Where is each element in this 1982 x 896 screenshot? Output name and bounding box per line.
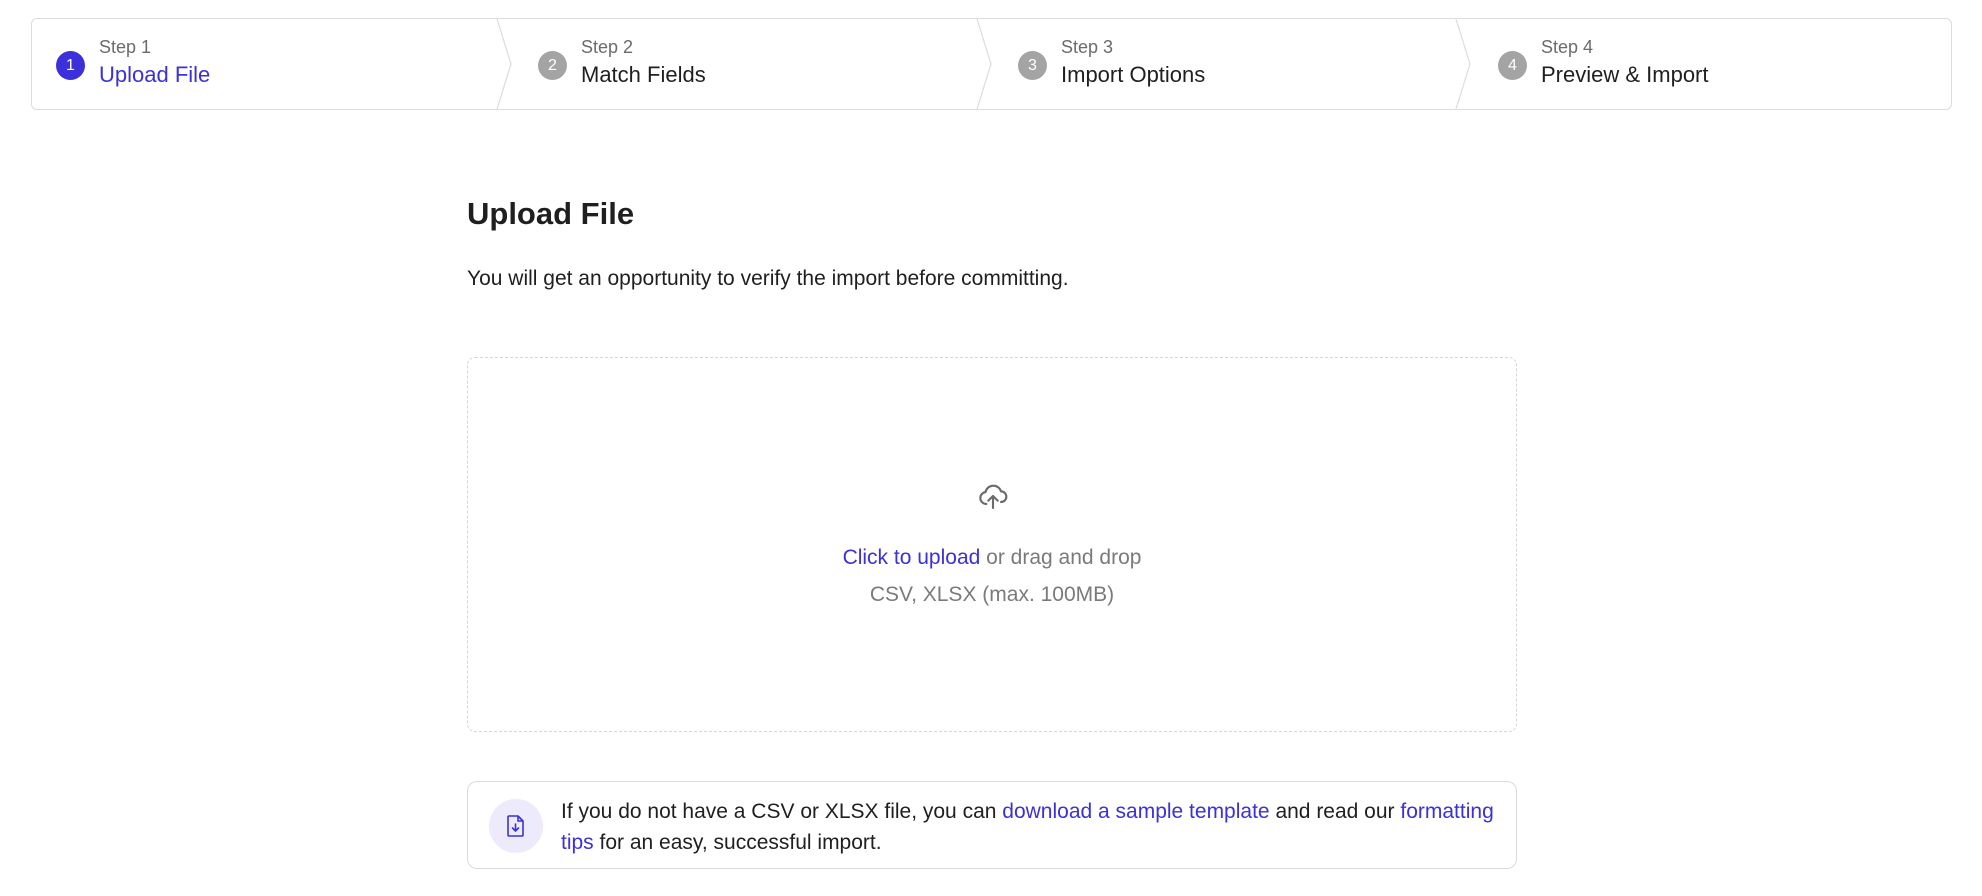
step-number-badge: 2 [538, 51, 567, 80]
step-separator-chevron [976, 19, 992, 109]
step-number-badge: 4 [1498, 51, 1527, 80]
file-dropzone[interactable]: Click to upload or drag and drop CSV, XL… [467, 357, 1517, 732]
step-separator-chevron [496, 19, 512, 109]
import-stepper: 1 Step 1 Upload File 2 Step 2 Match Fiel… [31, 18, 1952, 110]
step-match-fields[interactable]: 2 Step 2 Match Fields [514, 19, 992, 109]
step-label: Step 4 [1541, 37, 1594, 57]
step-title: Upload File [99, 62, 211, 87]
page-subtitle: You will get an opportunity to verify th… [467, 267, 1069, 290]
step-preview-import[interactable]: 4 Step 4 Preview & Import [1474, 19, 1951, 109]
step-title: Import Options [1061, 62, 1206, 87]
file-download-icon [507, 815, 524, 837]
step-title: Match Fields [581, 62, 706, 87]
step-label: Step 1 [99, 37, 152, 57]
step-label: Step 3 [1061, 37, 1114, 57]
upload-instructions: Click to upload or drag and drop [468, 546, 1516, 570]
drag-drop-text: or drag and drop [980, 546, 1142, 569]
step-title: Preview & Import [1541, 62, 1709, 87]
click-to-upload-link[interactable]: Click to upload [843, 546, 981, 569]
info-text-part: and read our [1269, 800, 1401, 823]
step-number-badge: 1 [56, 51, 85, 80]
sample-template-text: If you do not have a CSV or XLSX file, y… [561, 796, 1501, 858]
step-import-options[interactable]: 3 Step 3 Import Options [994, 19, 1472, 109]
page-title: Upload File [467, 196, 635, 231]
download-sample-template-link[interactable]: download a sample template [1002, 800, 1269, 823]
info-text-part: for an easy, successful import. [593, 831, 882, 854]
step-separator-chevron [1455, 19, 1471, 109]
step-label: Step 2 [581, 37, 634, 57]
sample-template-notice: If you do not have a CSV or XLSX file, y… [467, 781, 1517, 869]
cloud-upload-icon [979, 484, 1008, 510]
info-text-part: If you do not have a CSV or XLSX file, y… [561, 800, 1003, 823]
info-icon-badge [489, 799, 543, 853]
step-number-badge: 3 [1018, 51, 1047, 80]
accepted-formats-text: CSV, XLSX (max. 100MB) [869, 583, 1115, 606]
step-upload-file[interactable]: 1 Step 1 Upload File [32, 19, 512, 109]
